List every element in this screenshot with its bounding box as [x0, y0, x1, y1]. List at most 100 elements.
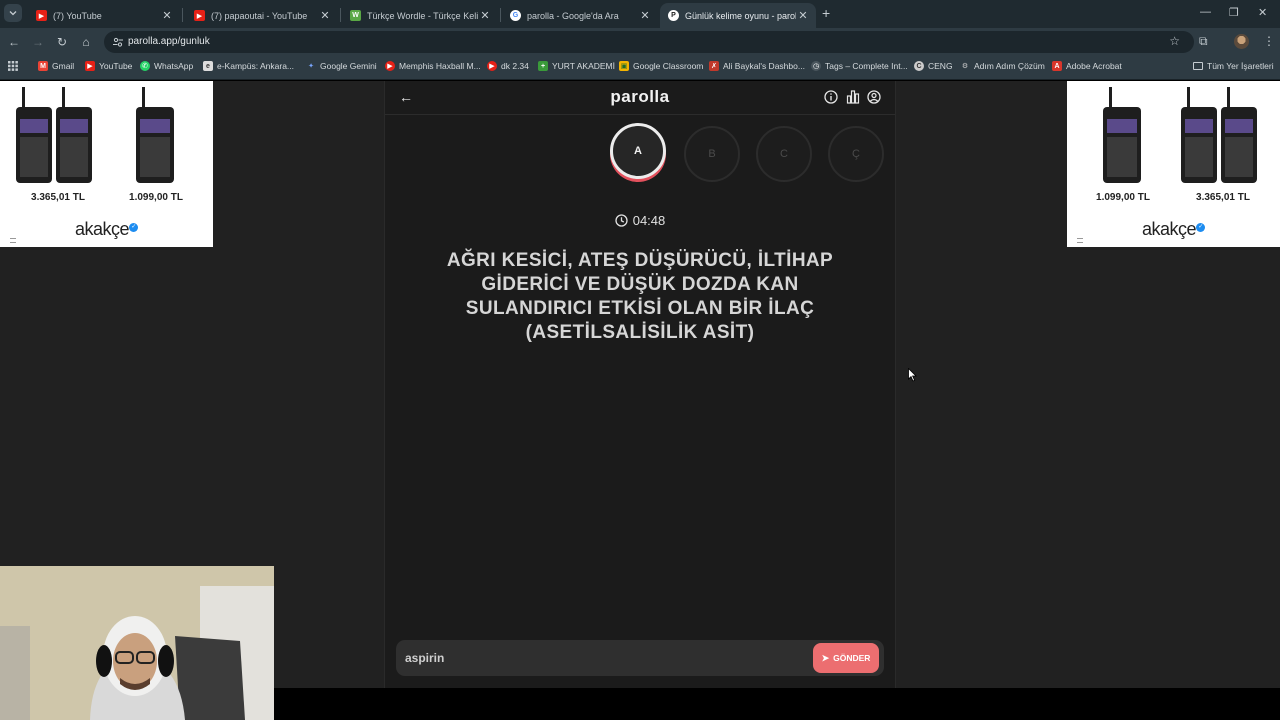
ad-product[interactable]	[10, 85, 106, 194]
profile-avatar[interactable]	[1234, 34, 1249, 49]
chevron-down-icon	[9, 11, 17, 16]
dashboard-icon: ✗	[709, 61, 719, 71]
wordle-icon: W	[350, 10, 361, 21]
restore-icon[interactable]: ❐	[1229, 6, 1239, 19]
yurt-akademi-icon: +	[538, 61, 548, 71]
gear-icon: ⚙	[961, 63, 969, 70]
ad-menu-icon[interactable]	[10, 238, 16, 243]
close-tab-icon[interactable]: ✕	[160, 9, 174, 22]
ad-menu-icon[interactable]	[1077, 238, 1083, 243]
letter-circle: C	[756, 126, 812, 182]
browser-tab[interactable]: ▶ (7) papaoutai - YouTube ✕	[186, 3, 338, 28]
close-tab-icon[interactable]: ✕	[638, 9, 652, 22]
bookmark-item[interactable]: A Adobe Acrobat	[1052, 61, 1122, 71]
extensions-icon[interactable]: ⧉	[1199, 34, 1208, 49]
answer-input[interactable]	[405, 648, 805, 668]
ad-price: 1.099,00 TL	[1096, 192, 1150, 203]
bottom-bar	[274, 688, 1280, 720]
bookmark-item[interactable]: ⚙ Adım Adım Çözüm	[960, 61, 1045, 71]
webcam-overlay	[0, 566, 274, 720]
ad-product[interactable]	[1075, 85, 1171, 194]
bookmark-item[interactable]: ✆ WhatsApp	[140, 61, 193, 71]
ad-product[interactable]	[1175, 85, 1271, 194]
walkie-talkie-image	[136, 87, 174, 183]
tab-search-button[interactable]	[4, 4, 22, 22]
tags-icon: ◷	[811, 61, 821, 71]
back-icon[interactable]: ←	[6, 34, 22, 50]
gmail-icon: M	[38, 61, 48, 71]
clock-icon	[615, 214, 628, 227]
game-panel: ← parolla A B C Ç 04:48 AĞRI KESİCİ, ATE…	[384, 81, 896, 688]
bookmark-item[interactable]: ▶ YouTube	[85, 61, 132, 71]
reload-icon[interactable]: ↻	[54, 34, 70, 50]
ekampus-icon: e	[203, 61, 213, 71]
stats-icon[interactable]	[846, 90, 860, 104]
youtube-icon: ▶	[487, 61, 497, 71]
bookmark-item[interactable]: M Gmail	[38, 61, 74, 71]
walkie-talkie-image	[1103, 87, 1141, 183]
youtube-icon: ▶	[36, 10, 47, 21]
answer-bar: ➤GÖNDER	[396, 640, 884, 676]
browser-tab[interactable]: G parolla - Google'da Ara ✕	[502, 3, 658, 28]
info-icon[interactable]	[824, 90, 838, 104]
close-tab-icon[interactable]: ✕	[318, 9, 332, 22]
all-bookmarks[interactable]: Tüm Yer İşaretleri	[1193, 61, 1274, 71]
question-clue: AĞRI KESİCİ, ATEŞ DÜŞÜRÜCÜ, İLTİHAP GİDE…	[446, 250, 834, 343]
close-tab-icon[interactable]: ✕	[478, 9, 492, 22]
browser-tab[interactable]: W Türkçe Wordle - Türkçe Kelime ✕	[342, 3, 498, 28]
address-bar[interactable]: parolla.app/gunluk ☆	[104, 31, 1194, 53]
browser-tab[interactable]: ▶ (7) YouTube ✕	[28, 3, 180, 28]
menu-icon[interactable]: ⋮	[1263, 34, 1275, 48]
walkie-talkie-image	[1181, 87, 1257, 183]
gemini-icon: ✦	[308, 63, 314, 70]
minimize-icon[interactable]: —	[1200, 6, 1211, 18]
youtube-icon: ▶	[194, 10, 205, 21]
letter-circle-current: A	[610, 123, 666, 179]
classroom-icon: ▣	[619, 61, 629, 71]
ad-banner-left[interactable]: 3.365,01 TL 1.099,00 TL akakçe ✓	[0, 81, 213, 247]
ad-product[interactable]	[108, 85, 204, 194]
akakce-logo: akakçe ✓	[0, 219, 213, 240]
bookmark-item[interactable]: ▣ Google Classroom	[619, 61, 703, 71]
parolla-icon: P	[668, 10, 679, 21]
akakce-logo: akakçe ✓	[1067, 219, 1280, 240]
whatsapp-icon: ✆	[140, 61, 150, 71]
countdown-timer: 04:48	[385, 213, 895, 228]
bookmark-star-icon[interactable]: ☆	[1169, 34, 1180, 48]
send-icon: ➤	[821, 652, 830, 663]
check-badge-icon: ✓	[129, 223, 139, 232]
parolla-logo: parolla	[610, 87, 670, 106]
forward-icon[interactable]: →	[30, 34, 46, 50]
acrobat-icon: A	[1052, 61, 1062, 71]
bookmark-item[interactable]: + YURT AKADEMİ	[538, 61, 615, 71]
youtube-icon: ▶	[85, 61, 95, 71]
bookmark-item[interactable]: ✦ Google Gemini	[306, 61, 377, 71]
user-icon[interactable]	[867, 90, 881, 104]
bookmark-item[interactable]: C CENG	[914, 61, 953, 71]
bookmark-item[interactable]: ▶ dk 2.34	[487, 61, 529, 71]
webcam-person-image	[0, 566, 274, 720]
send-button[interactable]: ➤ GÖNDER	[813, 643, 879, 673]
bookmark-item[interactable]: ✗ Ali Baykal's Dashbo...	[709, 61, 805, 71]
youtube-icon: ▶	[385, 61, 395, 71]
game-header: ← parolla	[385, 81, 895, 115]
ad-price: 3.365,01 TL	[31, 192, 85, 203]
ad-price: 3.365,01 TL	[1196, 192, 1250, 203]
apps-grid-icon[interactable]	[8, 61, 18, 71]
close-window-icon[interactable]: ✕	[1258, 6, 1267, 19]
mouse-cursor-icon	[908, 368, 917, 382]
ad-banner-right[interactable]: 1.099,00 TL 3.365,01 TL akakçe ✓	[1067, 81, 1280, 247]
browser-tab-active[interactable]: P Günlük kelime oyunu - parolla ✕	[660, 3, 816, 28]
site-settings-icon[interactable]	[112, 36, 124, 48]
browser-tab-strip: ▶ (7) YouTube ✕ ▶ (7) papaoutai - YouTub…	[0, 0, 1280, 28]
close-tab-icon[interactable]: ✕	[796, 9, 810, 22]
home-icon[interactable]: ⌂	[78, 34, 94, 50]
folder-icon	[1193, 62, 1203, 70]
browser-toolbar: ← → ↻ ⌂ parolla.app/gunluk ☆ ⧉ ⋮	[0, 28, 1280, 56]
bookmark-item[interactable]: ▶ Memphis Haxball M...	[385, 61, 481, 71]
bookmark-item[interactable]: ◷ Tags – Complete Int...	[811, 61, 908, 71]
url-text: parolla.app/gunluk	[128, 36, 210, 47]
letter-circle: Ç	[828, 126, 884, 182]
new-tab-icon[interactable]: +	[822, 5, 830, 21]
bookmark-item[interactable]: e e-Kampüs: Ankara...	[203, 61, 294, 71]
